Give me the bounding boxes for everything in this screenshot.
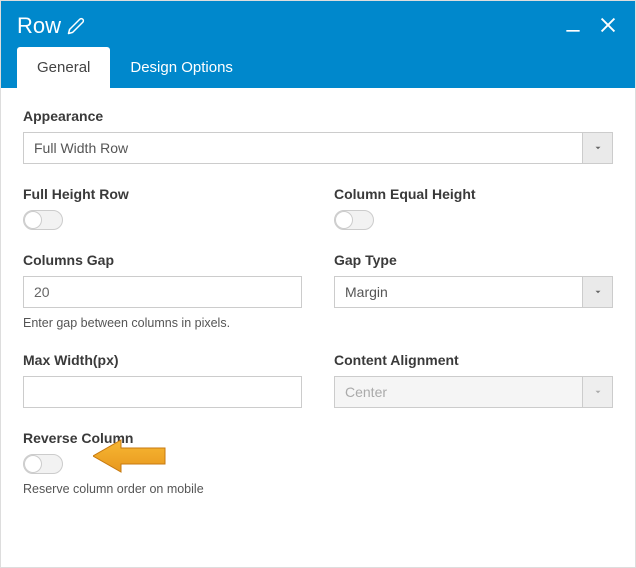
- chevron-down-icon[interactable]: [583, 132, 613, 164]
- max-width-label: Max Width(px): [23, 352, 302, 368]
- dialog-body: Appearance Full Width Row Full Height Ro…: [1, 88, 635, 567]
- edit-icon[interactable]: [67, 17, 85, 35]
- reverse-column-label: Reverse Column: [23, 430, 613, 446]
- content-alignment-select[interactable]: Center: [334, 376, 613, 408]
- reverse-column-toggle[interactable]: [23, 454, 63, 474]
- reverse-column-group: Reverse Column Reserve column order on m…: [23, 430, 613, 496]
- minimize-button[interactable]: [563, 15, 583, 38]
- gap-type-label: Gap Type: [334, 252, 613, 268]
- content-alignment-label: Content Alignment: [334, 352, 613, 368]
- full-height-label: Full Height Row: [23, 186, 302, 202]
- appearance-select[interactable]: Full Width Row: [23, 132, 613, 164]
- gap-type-value: Margin: [334, 276, 583, 308]
- close-button[interactable]: [597, 14, 619, 39]
- gap-type-group: Gap Type Margin: [334, 252, 613, 330]
- titlebar: Row: [1, 1, 635, 47]
- max-width-group: Max Width(px): [23, 352, 302, 408]
- column-equal-label: Column Equal Height: [334, 186, 613, 202]
- dialog-header: Row General Design Options: [1, 1, 635, 88]
- columns-gap-group: Columns Gap Enter gap between columns in…: [23, 252, 302, 330]
- columns-gap-input[interactable]: [23, 276, 302, 308]
- appearance-group: Appearance Full Width Row: [23, 108, 613, 164]
- max-width-input[interactable]: [23, 376, 302, 408]
- chevron-down-icon[interactable]: [583, 276, 613, 308]
- content-alignment-group: Content Alignment Center: [334, 352, 613, 408]
- appearance-value: Full Width Row: [23, 132, 583, 164]
- appearance-label: Appearance: [23, 108, 613, 124]
- content-alignment-value: Center: [334, 376, 583, 408]
- column-equal-toggle[interactable]: [334, 210, 374, 230]
- dialog-title: Row: [17, 13, 61, 39]
- columns-gap-label: Columns Gap: [23, 252, 302, 268]
- window-controls: [563, 14, 619, 39]
- reverse-column-helper: Reserve column order on mobile: [23, 482, 613, 496]
- column-equal-group: Column Equal Height: [334, 186, 613, 230]
- tab-general[interactable]: General: [17, 47, 110, 88]
- gap-type-select[interactable]: Margin: [334, 276, 613, 308]
- columns-gap-helper: Enter gap between columns in pixels.: [23, 316, 302, 330]
- full-height-group: Full Height Row: [23, 186, 302, 230]
- tab-design-options[interactable]: Design Options: [110, 47, 253, 88]
- tabs: General Design Options: [1, 47, 635, 88]
- chevron-down-icon[interactable]: [583, 376, 613, 408]
- full-height-toggle[interactable]: [23, 210, 63, 230]
- row-settings-dialog: Row General Design Options Appearance: [0, 0, 636, 568]
